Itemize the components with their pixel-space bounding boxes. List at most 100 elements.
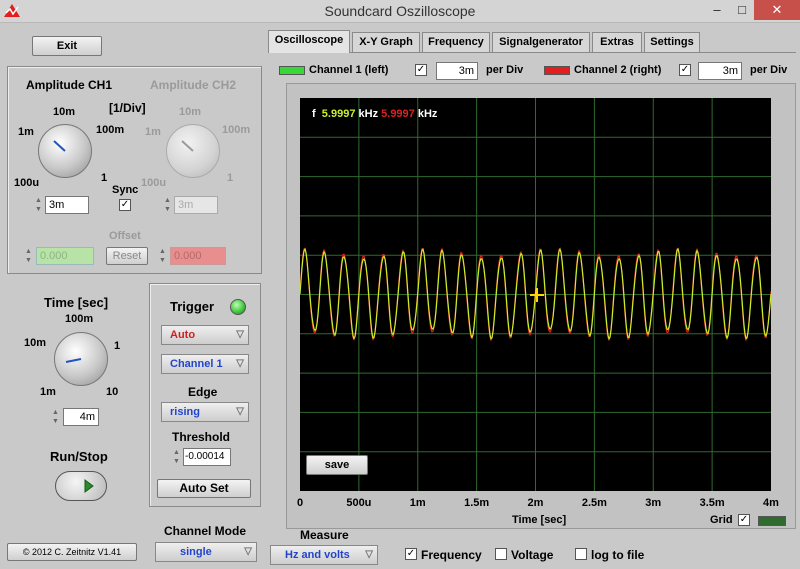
ch1-label: Channel 1 (left) bbox=[309, 64, 389, 76]
save-button[interactable]: save bbox=[306, 455, 368, 475]
chevron-down-icon: ▽ bbox=[244, 546, 252, 557]
time-label: Time [sec] bbox=[44, 295, 109, 310]
measure-label: Measure bbox=[300, 528, 349, 542]
sync-checkbox[interactable]: ✓ bbox=[119, 199, 131, 211]
freq-label: f bbox=[312, 108, 316, 120]
time-scale-1: 1 bbox=[114, 340, 121, 352]
copyright-label: © 2012 C. Zeitnitz V1.41 bbox=[7, 543, 137, 561]
tab-extras[interactable]: Extras bbox=[592, 32, 642, 52]
exit-button[interactable]: Exit bbox=[32, 36, 102, 56]
x-tick-label: 2.5m bbox=[581, 497, 607, 509]
reset-button: Reset bbox=[106, 247, 148, 265]
auto-set-button[interactable]: Auto Set bbox=[157, 479, 251, 498]
channel-mode-dropdown[interactable]: single ▽ bbox=[155, 542, 257, 562]
time-scale-10m: 10m bbox=[24, 337, 47, 349]
amplitude-ch2-label: Amplitude CH2 bbox=[150, 78, 237, 92]
close-button[interactable]: ✕ bbox=[754, 0, 800, 20]
x-tick-label: 1m bbox=[409, 497, 426, 509]
threshold-spinner[interactable]: ▲ ▼ bbox=[172, 448, 181, 466]
offset-ch2-field: 0.000 bbox=[170, 247, 226, 265]
scope-plot bbox=[299, 98, 772, 491]
x-tick-label: 3.5m bbox=[699, 497, 725, 509]
frequency-label: Frequency bbox=[421, 548, 482, 562]
trigger-channel-dropdown[interactable]: Channel 1 ▽ bbox=[161, 354, 249, 374]
ch2-amplitude-spinner: ▲ ▼ bbox=[164, 197, 171, 213]
tab-xy-graph[interactable]: X-Y Graph bbox=[352, 32, 420, 52]
ch1-scale-100u: 100u bbox=[14, 177, 40, 189]
offset-ch1-field: 0.000 bbox=[36, 247, 94, 265]
ch1-enable-checkbox[interactable]: ✓ bbox=[415, 64, 427, 76]
offset-label: Offset bbox=[109, 230, 141, 242]
ch1-perdiv-field[interactable]: 3m bbox=[436, 62, 478, 80]
voltage-label: Voltage bbox=[511, 548, 554, 562]
freq-ch1-value: 5.9997 bbox=[321, 108, 356, 120]
amplitude-ch1-knob[interactable] bbox=[38, 124, 92, 178]
voltage-checkbox[interactable] bbox=[495, 548, 507, 560]
title-bar: Soundcard Oszilloscope – □ ✕ bbox=[0, 0, 800, 23]
x-axis-label: Time [sec] bbox=[512, 514, 567, 526]
freq-ch2-value: 5.9997 bbox=[381, 108, 415, 120]
minimize-button[interactable]: – bbox=[704, 0, 730, 20]
ch1-scale-1: 1 bbox=[101, 172, 108, 184]
time-knob[interactable] bbox=[54, 332, 108, 386]
ch2-label: Channel 2 (right) bbox=[574, 64, 662, 76]
freq-ch2-unit: kHz bbox=[417, 108, 438, 120]
x-tick-label: 0 bbox=[296, 497, 304, 509]
x-tick-label: 500u bbox=[346, 497, 372, 509]
ch1-amplitude-spinner[interactable]: ▲ ▼ bbox=[34, 196, 43, 214]
scope-display[interactable]: f 5.9997 kHz 5.9997 kHz save bbox=[299, 98, 772, 491]
time-scale-10: 10 bbox=[106, 386, 119, 398]
ch1-scale-1m: 1m bbox=[18, 126, 34, 138]
window-title: Soundcard Oszilloscope bbox=[324, 3, 476, 19]
log-to-file-checkbox[interactable] bbox=[575, 548, 587, 560]
x-tick-label: 3m bbox=[645, 497, 662, 509]
ch2-color-swatch bbox=[544, 66, 570, 75]
frequency-readout: f 5.9997 kHz 5.9997 kHz bbox=[312, 108, 437, 120]
runstop-button[interactable] bbox=[55, 471, 107, 501]
tab-settings[interactable]: Settings bbox=[644, 32, 700, 52]
ch1-amplitude-field[interactable]: 3m bbox=[45, 196, 89, 214]
ch1-scale-100m: 100m bbox=[96, 124, 125, 136]
edge-dropdown[interactable]: rising ▽ bbox=[161, 402, 249, 422]
threshold-field[interactable]: -0.00014 bbox=[183, 448, 231, 466]
ch2-perdiv-field[interactable]: 3m bbox=[698, 62, 742, 80]
chevron-down-icon: ▽ bbox=[365, 549, 373, 560]
amplitude-ch2-knob bbox=[166, 124, 220, 178]
tab-signalgenerator[interactable]: Signalgenerator bbox=[492, 32, 590, 52]
maximize-button[interactable]: □ bbox=[730, 0, 754, 20]
grid-label: Grid bbox=[710, 514, 733, 526]
ch2-scale-1m: 1m bbox=[145, 126, 161, 138]
runstop-label: Run/Stop bbox=[50, 449, 108, 464]
trigger-led bbox=[230, 299, 246, 315]
chevron-down-icon: ▽ bbox=[236, 358, 244, 369]
channel-mode-label: Channel Mode bbox=[164, 524, 247, 538]
trigger-mode-dropdown[interactable]: Auto ▽ bbox=[161, 325, 249, 345]
ch2-enable-checkbox[interactable]: ✓ bbox=[679, 64, 691, 76]
edge-label: Edge bbox=[188, 385, 218, 399]
offset-ch1-spinner: ▲ ▼ bbox=[25, 248, 32, 264]
tab-oscilloscope[interactable]: Oscilloscope bbox=[268, 30, 350, 53]
grid-checkbox[interactable]: ✓ bbox=[738, 514, 750, 526]
per-div-label: [1/Div] bbox=[109, 101, 146, 115]
ch2-scale-10m: 10m bbox=[179, 106, 202, 118]
threshold-label: Threshold bbox=[172, 430, 231, 444]
frequency-checkbox[interactable]: ✓ bbox=[405, 548, 417, 560]
time-scale-1m: 1m bbox=[40, 386, 56, 398]
ch2-perdiv-label: per Div bbox=[750, 64, 788, 76]
ch1-scale-10m: 10m bbox=[53, 106, 76, 118]
grid-color-swatch[interactable] bbox=[758, 516, 786, 526]
ch1-color-swatch bbox=[279, 66, 305, 75]
x-tick-label: 4m bbox=[763, 497, 779, 509]
amplitude-ch1-label: Amplitude CH1 bbox=[26, 78, 113, 92]
chevron-down-icon: ▽ bbox=[236, 406, 244, 417]
tab-frequency[interactable]: Frequency bbox=[422, 32, 490, 52]
chevron-down-icon: ▽ bbox=[236, 329, 244, 340]
offset-ch2-spinner: ▲ ▼ bbox=[159, 248, 166, 264]
time-field[interactable]: 4m bbox=[63, 408, 99, 426]
freq-ch1-unit: kHz bbox=[358, 108, 379, 120]
trigger-title: Trigger bbox=[170, 299, 215, 314]
measure-mode-dropdown[interactable]: Hz and volts ▽ bbox=[270, 545, 378, 565]
ch2-scale-1: 1 bbox=[227, 172, 234, 184]
ch2-scale-100u: 100u bbox=[141, 177, 167, 189]
time-spinner[interactable]: ▲ ▼ bbox=[51, 408, 60, 426]
